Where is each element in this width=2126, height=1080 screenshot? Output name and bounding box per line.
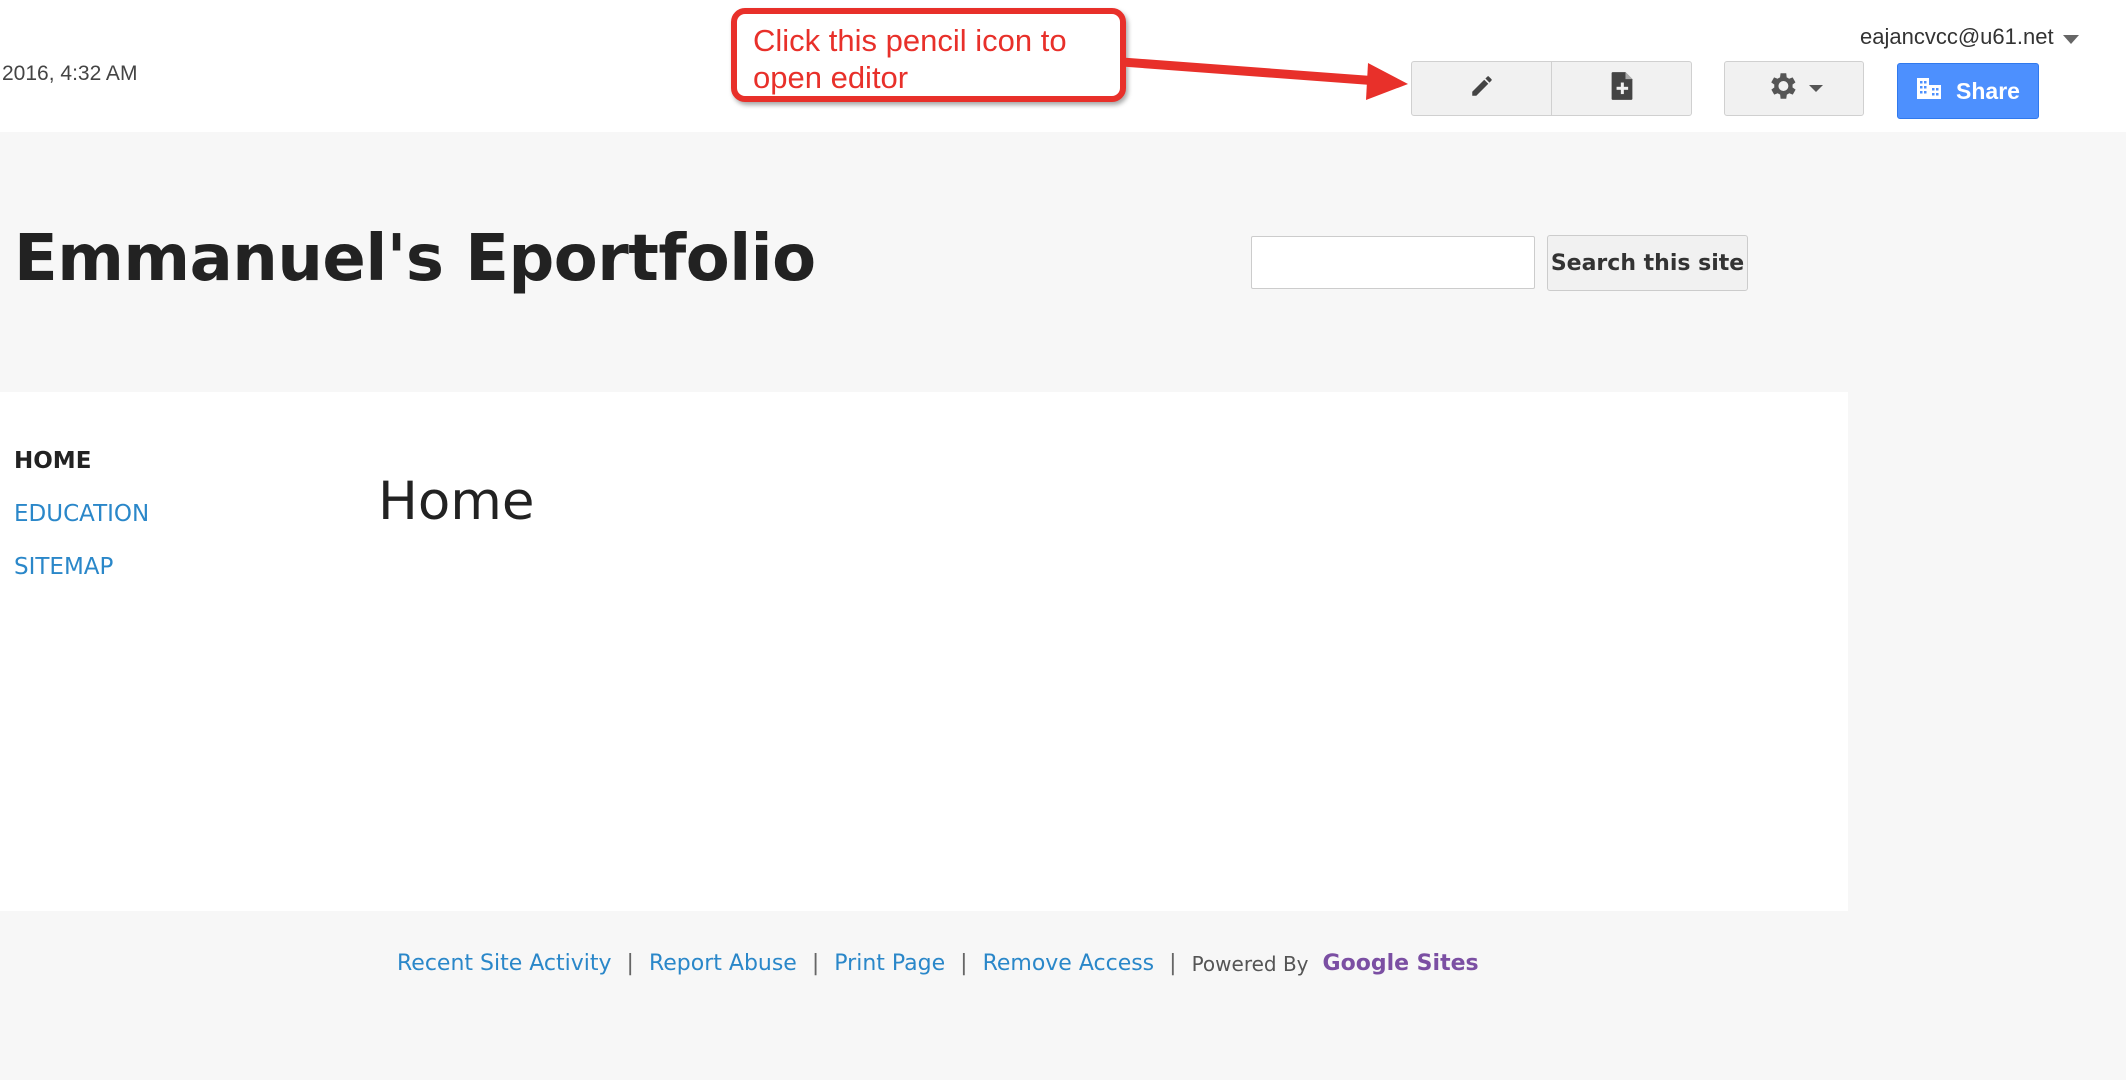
footer-link-recent-activity[interactable]: Recent Site Activity — [397, 951, 612, 976]
new-page-icon — [1610, 71, 1634, 106]
nav-item-home[interactable]: HOME — [14, 448, 149, 474]
annotation-callout: Click this pencil icon to open editor — [731, 8, 1126, 102]
footer-link-report-abuse[interactable]: Report Abuse — [649, 951, 797, 976]
edit-toolbar — [1411, 61, 1692, 116]
chevron-down-icon — [1809, 85, 1823, 92]
sidebar-nav: HOME EDUCATION SITEMAP — [14, 448, 149, 607]
footer-divider: | — [811, 951, 820, 976]
google-sites-link[interactable]: Google Sites — [1323, 951, 1479, 976]
more-actions-button[interactable] — [1724, 61, 1864, 116]
nav-item-education[interactable]: EDUCATION — [14, 501, 149, 527]
gear-icon — [1765, 69, 1799, 108]
share-button-label: Share — [1956, 77, 2020, 104]
footer-link-print-page[interactable]: Print Page — [834, 951, 945, 976]
user-account-email[interactable]: eajancvcc@u61.net — [1860, 24, 2054, 50]
search-button[interactable]: Search this site — [1547, 235, 1748, 291]
pencil-icon — [1469, 73, 1495, 104]
site-footer: Recent Site Activity | Report Abuse | Pr… — [397, 951, 1479, 976]
edit-page-button[interactable] — [1412, 62, 1551, 115]
account-dropdown-icon[interactable] — [2063, 35, 2079, 44]
footer-divider: | — [626, 951, 634, 976]
building-icon — [1916, 76, 1942, 106]
footer-divider: | — [1169, 951, 1177, 976]
footer-divider: | — [960, 951, 968, 976]
site-title[interactable]: Emmanuel's Eportfolio — [14, 222, 816, 296]
last-edited-timestamp: 2016, 4:32 AM — [2, 62, 138, 85]
footer-link-remove-access[interactable]: Remove Access — [983, 951, 1155, 976]
share-button[interactable]: Share — [1897, 63, 2039, 119]
page-title: Home — [378, 471, 535, 532]
search-input[interactable] — [1251, 236, 1535, 289]
nav-item-sitemap[interactable]: SITEMAP — [14, 554, 149, 580]
annotation-arrow — [1120, 57, 1408, 100]
powered-by-text: Powered By — [1191, 951, 1309, 976]
main-content: HOME EDUCATION SITEMAP Home — [0, 392, 1848, 911]
new-page-button[interactable] — [1551, 62, 1691, 115]
